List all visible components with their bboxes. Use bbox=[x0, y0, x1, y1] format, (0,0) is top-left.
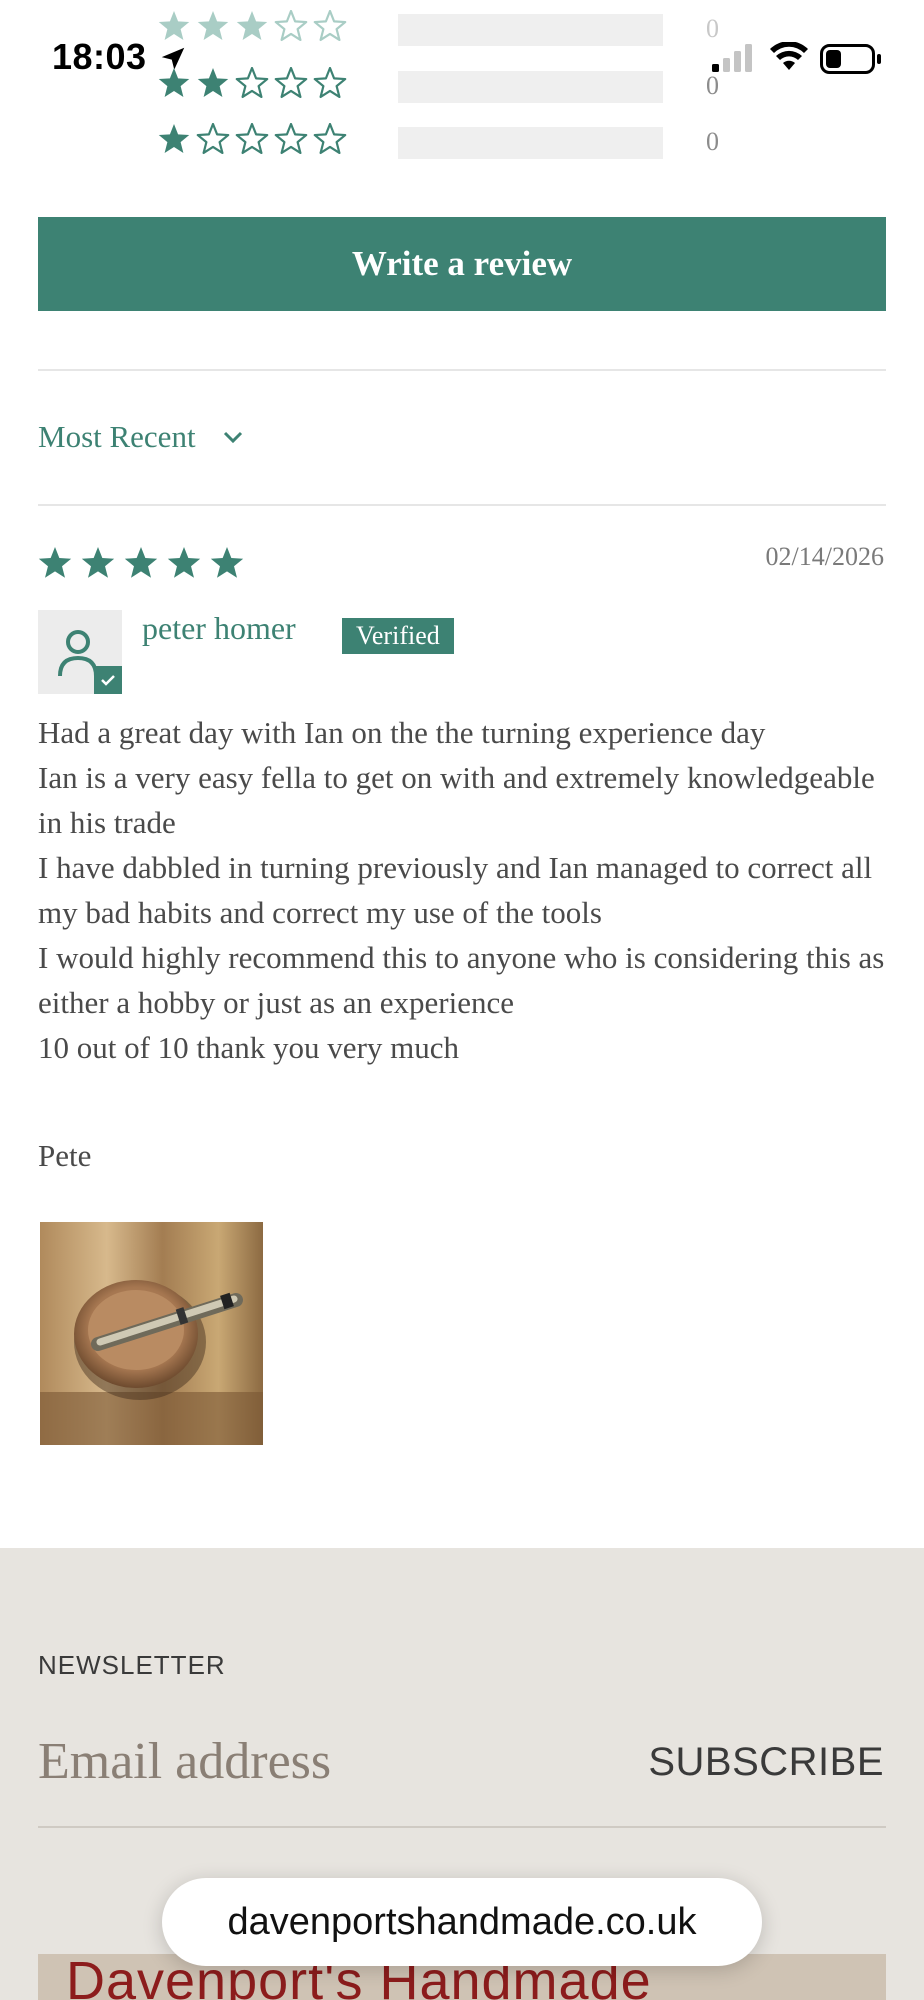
sort-dropdown[interactable]: Most Recent bbox=[38, 412, 244, 462]
status-time: 18:03 bbox=[52, 36, 147, 77]
star-filled-icon bbox=[167, 547, 201, 578]
star-filled-icon bbox=[210, 547, 244, 578]
rating-breakdown-row[interactable]: 0 bbox=[158, 123, 758, 163]
rating-breakdown-row[interactable]: 0 bbox=[158, 10, 758, 50]
star-filled-icon bbox=[158, 124, 190, 153]
divider bbox=[38, 369, 886, 371]
rating-breakdown-row[interactable]: 0 bbox=[158, 67, 758, 107]
rating-bar bbox=[398, 71, 663, 103]
star-empty-icon bbox=[313, 67, 347, 99]
verified-badge: Verified bbox=[342, 618, 454, 654]
check-icon bbox=[101, 675, 115, 686]
star-filled-icon bbox=[158, 11, 190, 40]
review-body: Had a great day with Ian on the the turn… bbox=[38, 710, 898, 1070]
star-filled-icon bbox=[81, 547, 115, 578]
footer-divider bbox=[38, 1826, 886, 1828]
review-signature: Pete bbox=[38, 1138, 92, 1173]
wifi-icon bbox=[770, 42, 808, 70]
newsletter-heading: NEWSLETTER bbox=[38, 1650, 226, 1680]
review-paragraph: 10 out of 10 thank you very much bbox=[38, 1030, 460, 1065]
review-paragraph: Had a great day with Ian on the the turn… bbox=[38, 715, 766, 750]
star-empty-icon bbox=[235, 123, 269, 155]
star-filled-icon bbox=[197, 68, 229, 97]
star-filled-icon bbox=[158, 68, 190, 97]
star-filled-icon bbox=[236, 11, 268, 40]
write-review-button[interactable]: Write a review bbox=[38, 217, 886, 311]
browser-address-bar[interactable]: davenportshandmade.co.uk bbox=[162, 1878, 762, 1966]
review-paragraph: I would highly recommend this to anyone … bbox=[38, 940, 885, 1020]
sort-selected-label: Most Recent bbox=[38, 419, 196, 454]
review-star-rating bbox=[38, 547, 244, 578]
battery-icon bbox=[820, 44, 881, 74]
url-text: davenportshandmade.co.uk bbox=[227, 1900, 697, 1943]
rating-count: 0 bbox=[706, 71, 719, 100]
row-star-rating bbox=[158, 10, 347, 42]
star-empty-icon bbox=[313, 123, 347, 155]
review-paragraph: Ian is a very easy fella to get on with … bbox=[38, 760, 875, 840]
star-empty-icon bbox=[274, 10, 308, 42]
star-empty-icon bbox=[274, 67, 308, 99]
star-empty-icon bbox=[196, 123, 230, 155]
avatar bbox=[38, 610, 122, 694]
rating-bar bbox=[398, 14, 663, 46]
review-photo-image bbox=[40, 1222, 263, 1445]
star-empty-icon bbox=[274, 123, 308, 155]
divider bbox=[38, 504, 886, 506]
star-filled-icon bbox=[124, 547, 158, 578]
star-empty-icon bbox=[235, 67, 269, 99]
rating-bar bbox=[398, 127, 663, 159]
star-empty-icon bbox=[313, 10, 347, 42]
reviewer-name: peter homer bbox=[142, 610, 296, 646]
row-star-rating bbox=[158, 67, 347, 99]
review-date: 02/14/2026 bbox=[765, 542, 884, 571]
star-filled-icon bbox=[197, 11, 229, 40]
review-photo-thumbnail[interactable] bbox=[40, 1222, 263, 1445]
row-star-rating bbox=[158, 123, 347, 155]
rating-count: 0 bbox=[706, 14, 719, 43]
verified-check-badge bbox=[94, 666, 122, 694]
chevron-down-icon bbox=[223, 431, 242, 444]
subscribe-button[interactable]: SUBSCRIBE bbox=[648, 1740, 884, 1785]
review-paragraph: I have dabbled in turning previously and… bbox=[38, 850, 873, 930]
email-input[interactable] bbox=[38, 1726, 598, 1796]
rating-count: 0 bbox=[706, 127, 719, 156]
star-filled-icon bbox=[38, 547, 72, 578]
